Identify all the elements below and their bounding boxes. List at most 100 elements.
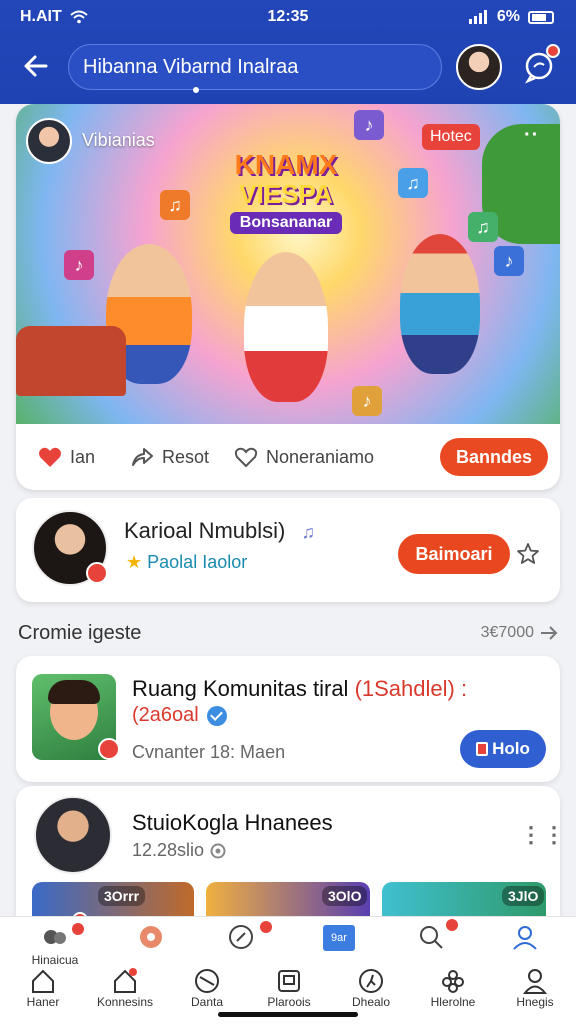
music-note-icon: ♫	[468, 212, 498, 242]
banner-logo-line3: Bonsananar	[229, 212, 343, 234]
notification-dot	[444, 917, 460, 933]
nav-home-label: Haner	[26, 995, 60, 1009]
nav-groups-label: Hlerolne	[430, 995, 476, 1009]
community-title-text: Ruang Komunitas tiral	[132, 676, 355, 701]
search-text: Hibanna Vibarnd Inalraa	[83, 56, 299, 78]
heart-outline-icon	[234, 447, 258, 468]
community-title-highlight: (1Sahdlel) :	[354, 676, 468, 701]
banner-logo-line2: VIESPA	[239, 179, 333, 209]
banner-owner-avatar[interactable]	[26, 118, 72, 164]
disc-icon	[140, 926, 162, 948]
more-dots-icon[interactable]: ⋮⋮	[520, 822, 560, 848]
nav-top-item-4[interactable]: 9ar	[298, 925, 380, 951]
bottom-nav-bottom-row: Haner Konnesins Danta Plaroois Dhealo Hl…	[0, 967, 576, 1015]
flower-icon	[442, 970, 464, 993]
calendar-icon: 9ar	[323, 925, 355, 951]
music-note-icon: ♫	[301, 522, 316, 542]
repost-action[interactable]: Resot	[130, 446, 209, 468]
nav-top-item-2[interactable]	[110, 923, 192, 951]
heart-filled-icon	[39, 447, 61, 467]
repost-label: Resot	[162, 446, 210, 467]
thumbnail-hair	[48, 680, 100, 704]
nav-profile-label: Hnegis	[516, 995, 554, 1009]
banner-primary-button[interactable]: Banndes	[440, 438, 548, 476]
community-meta-text: (2a6oal	[132, 704, 199, 726]
banner-image[interactable]: ♪ ♫ ♪ ♫ ♪ ♪ ♫ Vibianias Hotec ·· KNAMX V…	[16, 104, 560, 424]
frame-icon	[278, 970, 300, 992]
studio-card[interactable]: StuioKogla Hnanees 12.28slio ⋮⋮ 3Orrr 3O…	[16, 786, 560, 926]
text-cursor	[193, 87, 199, 93]
creator-follow-button[interactable]: Baimoari	[398, 534, 510, 574]
app-header: H.AIT 12:35 6% Hibanna Vibarnd Inalraa	[0, 0, 576, 104]
nav-media-label: Dhealo	[351, 995, 391, 1009]
music-note-icon: ♪	[352, 386, 382, 416]
avatar-badge	[86, 562, 108, 584]
music-note-icon: ♫	[398, 168, 428, 198]
community-subtitle: Cvnanter 18: Maen	[132, 742, 286, 762]
home-indicator	[218, 1012, 358, 1017]
creator-subtitle-text: Paolal Iaolor	[147, 552, 248, 572]
comment-action[interactable]: Noneraniamo	[234, 446, 374, 468]
nav-home[interactable]: Haner	[2, 967, 84, 1009]
studio-subtitle-text: 12.28slio	[132, 840, 205, 860]
nav-profile[interactable]: Hnegis	[494, 967, 576, 1009]
creator-name-text: Karioal Nmublsi)	[124, 518, 286, 543]
status-bar: H.AIT 12:35 6%	[0, 6, 576, 30]
studio-name: StuioKogla Hnanees	[132, 810, 333, 835]
music-note-icon: ♪	[64, 250, 94, 280]
section-count-text: 3€7000	[480, 624, 534, 641]
community-meta: (2a6oal	[132, 704, 227, 727]
search-input[interactable]: Hibanna Vibarnd Inalraa	[68, 44, 442, 93]
signal-icon	[468, 10, 487, 24]
thumbnail-label: 3Orrr	[98, 886, 146, 906]
sofa-shape	[16, 326, 126, 396]
post-action-row: Ian Resot Noneraniamo Banndes	[16, 424, 560, 490]
verified-check-icon	[206, 705, 227, 726]
bottom-nav-top-row: Hinaicua 9ar	[0, 917, 576, 967]
notification-dot	[258, 919, 274, 935]
cartoon-kid-right	[400, 234, 480, 374]
person-icon	[522, 969, 548, 994]
banner-logo-line1: KNAMX	[234, 149, 338, 180]
banner-tag-badge: Hotec	[422, 124, 480, 150]
nav-groups[interactable]: Hlerolne	[412, 967, 494, 1009]
nav-community-label: Konnesins	[96, 995, 154, 1009]
battery-percent: 6%	[496, 8, 520, 25]
music-note-icon: ♪	[494, 246, 524, 276]
banner-owner-name[interactable]: Vibianias	[82, 130, 155, 151]
like-action[interactable]: Ian	[38, 446, 95, 468]
avatar-badge	[98, 738, 120, 760]
no-entry-icon	[195, 969, 219, 993]
community-card[interactable]: Ruang Komunitas tiral (1Sahdlel) : (2a6o…	[16, 656, 560, 782]
studio-subtitle: 12.28slio	[132, 840, 226, 861]
section-count[interactable]: 3€7000	[481, 624, 558, 642]
studio-avatar[interactable]	[34, 796, 112, 874]
notification-dot	[70, 921, 86, 937]
home-active-icon	[114, 968, 137, 993]
thumbnail-label: 3JlO	[502, 886, 545, 906]
location-pin-icon	[210, 843, 226, 858]
more-dots-icon[interactable]: ··	[524, 124, 539, 147]
creator-card[interactable]: Karioal Nmublsi) ♫ ★ Paolal Iaolor Baimo…	[16, 498, 560, 602]
runner-icon	[359, 969, 383, 993]
status-right: 6%	[468, 8, 554, 26]
notification-dot	[546, 44, 560, 58]
music-note-icon: ♫	[160, 190, 190, 220]
nav-community[interactable]: Konnesins	[84, 967, 166, 1009]
star-outline-icon[interactable]	[516, 542, 540, 566]
banner-logo: KNAMX VIESPA Bonsananar	[212, 150, 360, 234]
nav-projects[interactable]: Plaroois	[248, 967, 330, 1009]
community-title: Ruang Komunitas tiral (1Sahdlel) :	[132, 676, 467, 702]
nav-data[interactable]: Danta	[166, 967, 248, 1009]
profile-avatar[interactable]	[456, 44, 502, 90]
home-icon	[32, 969, 54, 993]
nav-top-label-1: Hinaicua	[31, 953, 79, 967]
nav-top-item-6[interactable]	[484, 923, 566, 951]
creator-name: Karioal Nmublsi) ♫	[124, 518, 315, 544]
like-label: Ian	[70, 446, 96, 467]
nav-media[interactable]: Dhealo	[330, 967, 412, 1009]
community-join-button[interactable]: Holo	[460, 730, 546, 768]
arrow-left-icon[interactable]	[20, 50, 52, 82]
bottom-navigation: Hinaicua 9ar Haner Konnesins Danta Plaro…	[0, 916, 576, 1024]
battery-icon	[528, 10, 554, 24]
